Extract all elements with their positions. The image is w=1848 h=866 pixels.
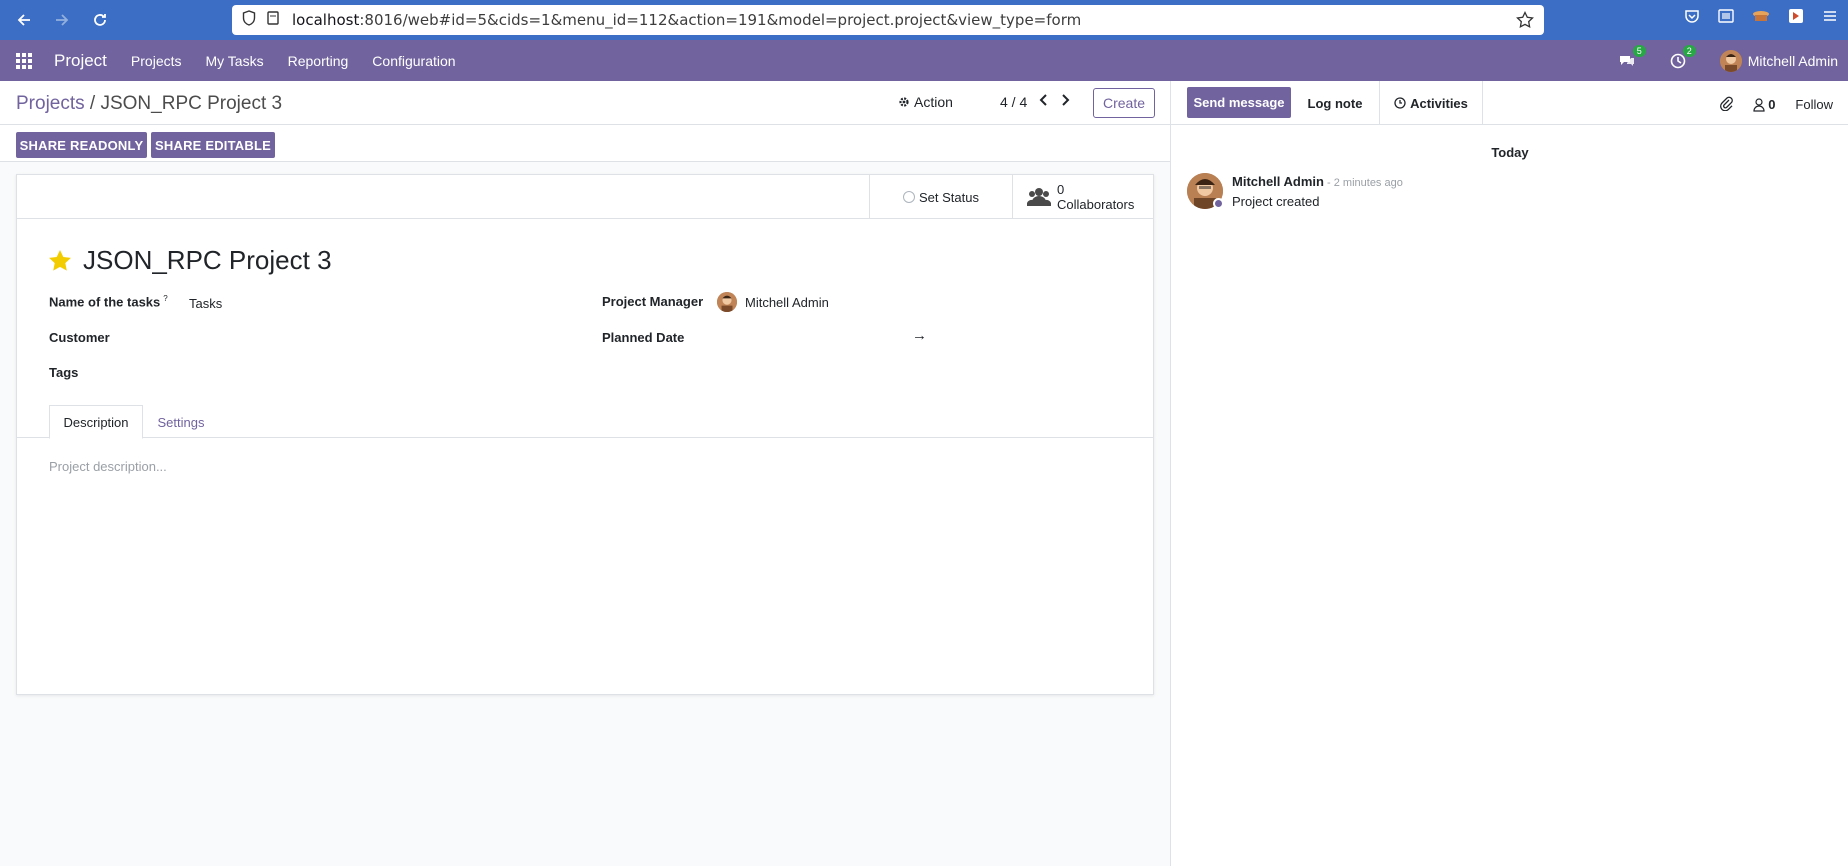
extension-icon[interactable]	[1718, 8, 1734, 28]
favorite-star-icon[interactable]	[47, 248, 73, 274]
messaging-menu[interactable]: 5	[1618, 44, 1646, 69]
project-manager-value: Mitchell Admin	[745, 294, 829, 310]
clock-icon	[1670, 53, 1686, 68]
app-brand[interactable]: Project	[54, 51, 107, 71]
activities-label: Activities	[1410, 95, 1468, 111]
tab-description[interactable]: Description	[49, 405, 143, 439]
planned-date-end-field[interactable]	[942, 327, 1092, 347]
form-view: Projects / JSON_RPC Project 3 Action 4 /…	[0, 81, 1170, 866]
message-body: Project created	[1232, 194, 1320, 209]
breadcrumb-separator: /	[84, 93, 101, 114]
followers-button[interactable]: 0	[1753, 97, 1775, 112]
browser-toolbar: localhost:8016/web#id=5&cids=1&menu_id=1…	[0, 0, 1848, 40]
action-label: Action	[914, 94, 953, 110]
project-manager-field[interactable]: Mitchell Admin	[717, 292, 829, 312]
users-icon	[1027, 188, 1051, 206]
collaborators-label: Collaborators	[1057, 197, 1135, 212]
status-circle-icon	[903, 191, 915, 203]
form-sheet: Set Status 0 Collaborators JSON_RPC Proj…	[16, 174, 1154, 695]
followers-count: 0	[1768, 97, 1776, 112]
pocket-icon[interactable]	[1684, 8, 1700, 28]
planned-date-label: Planned Date	[602, 330, 685, 345]
project-title[interactable]: JSON_RPC Project 3	[83, 245, 332, 276]
project-manager-label: Project Manager	[602, 294, 704, 309]
header-buttons: SHARE READONLY SHARE EDITABLE	[0, 125, 1170, 162]
set-status-button[interactable]: Set Status	[869, 175, 1012, 219]
share-editable-button[interactable]: SHARE EDITABLE	[151, 132, 275, 158]
extension-icon[interactable]	[1788, 8, 1804, 28]
date-separator: Today	[1491, 145, 1529, 160]
collaborators-button[interactable]: 0 Collaborators	[1012, 175, 1153, 219]
title-row: JSON_RPC Project 3	[47, 245, 332, 276]
menu-my-tasks[interactable]: My Tasks	[206, 53, 264, 69]
set-status-label: Set Status	[919, 189, 979, 205]
customer-label: Customer	[49, 330, 110, 345]
tags-label: Tags	[49, 365, 79, 380]
browser-extensions	[1684, 8, 1838, 28]
breadcrumb-projects[interactable]: Projects	[16, 93, 85, 114]
control-panel: Projects / JSON_RPC Project 3 Action 4 /…	[0, 81, 1170, 125]
activities-badge: 2	[1682, 44, 1696, 57]
menu-reporting[interactable]: Reporting	[288, 53, 349, 69]
help-icon[interactable]: ?	[163, 294, 167, 303]
back-icon[interactable]	[10, 6, 38, 34]
planned-date-start-field[interactable]	[717, 327, 867, 347]
forward-icon[interactable]	[48, 6, 76, 34]
tab-settings[interactable]: Settings	[143, 405, 219, 439]
send-message-button[interactable]: Send message	[1187, 87, 1291, 118]
menu-icon[interactable]	[1822, 8, 1838, 28]
chat-icon	[1619, 55, 1634, 66]
tags-field[interactable]	[189, 362, 549, 382]
user-menu[interactable]: Mitchell Admin	[1719, 49, 1838, 72]
user-name: Mitchell Admin	[1747, 52, 1838, 69]
chatter: Send message Log note Activities 0 Follo…	[1170, 81, 1848, 866]
tasks-name-label: Name of the tasks?	[49, 294, 168, 310]
breadcrumb: Projects / JSON_RPC Project 3	[16, 93, 282, 115]
message-date: - 2 minutes ago	[1323, 177, 1403, 189]
pager-previous-icon[interactable]	[1037, 92, 1053, 110]
pager-value[interactable]: 4 / 4	[1000, 94, 1027, 110]
menu-configuration[interactable]: Configuration	[372, 53, 455, 69]
pager-next-icon[interactable]	[1058, 92, 1074, 110]
breadcrumb-current: JSON_RPC Project 3	[100, 93, 283, 114]
avatar	[1719, 49, 1742, 72]
description-editor[interactable]: Project description...	[49, 459, 167, 474]
address-bar[interactable]: localhost:8016/web#id=5&cids=1&menu_id=1…	[232, 5, 1544, 35]
activities-button[interactable]: Activities	[1379, 81, 1483, 125]
container-icon[interactable]	[1752, 8, 1770, 28]
author-name[interactable]: Mitchell Admin	[1232, 174, 1324, 189]
user-icon	[1753, 97, 1765, 112]
bookmark-star-icon[interactable]	[1516, 10, 1534, 33]
customer-field[interactable]	[189, 327, 549, 347]
share-readonly-button[interactable]: SHARE READONLY	[16, 132, 147, 158]
online-status-icon	[1213, 198, 1224, 209]
create-button[interactable]: Create	[1093, 88, 1155, 118]
messages-badge: 5	[1632, 44, 1646, 57]
clock-icon	[1394, 97, 1406, 109]
menu-projects[interactable]: Projects	[131, 53, 182, 69]
reload-icon[interactable]	[86, 6, 114, 34]
gear-icon	[899, 97, 909, 107]
action-button[interactable]: Action	[898, 94, 953, 110]
chatter-topbar: Send message Log note Activities 0 Follo…	[1171, 81, 1848, 125]
message-author: Mitchell Admin - 2 minutes ago	[1232, 174, 1403, 189]
shield-icon[interactable]	[242, 10, 256, 30]
apps-grid-icon[interactable]	[16, 52, 32, 69]
notebook-tabs: Description Settings	[17, 405, 1153, 439]
collaborators-count: 0	[1057, 182, 1065, 197]
page-icon[interactable]	[266, 10, 280, 30]
date-range-arrow-icon: →	[912, 327, 927, 344]
main-navbar: Project Projects My Tasks Reporting Conf…	[0, 40, 1848, 81]
activity-menu[interactable]: 2	[1670, 44, 1696, 69]
tasks-name-field[interactable]: Tasks	[189, 296, 222, 311]
button-box: Set Status 0 Collaborators	[17, 175, 1153, 219]
avatar	[717, 292, 737, 312]
follow-button[interactable]: Follow	[1795, 97, 1833, 112]
log-note-button[interactable]: Log note	[1291, 81, 1379, 125]
paperclip-icon[interactable]	[1719, 95, 1734, 114]
url-text: localhost:8016/web#id=5&cids=1&menu_id=1…	[292, 11, 1082, 29]
